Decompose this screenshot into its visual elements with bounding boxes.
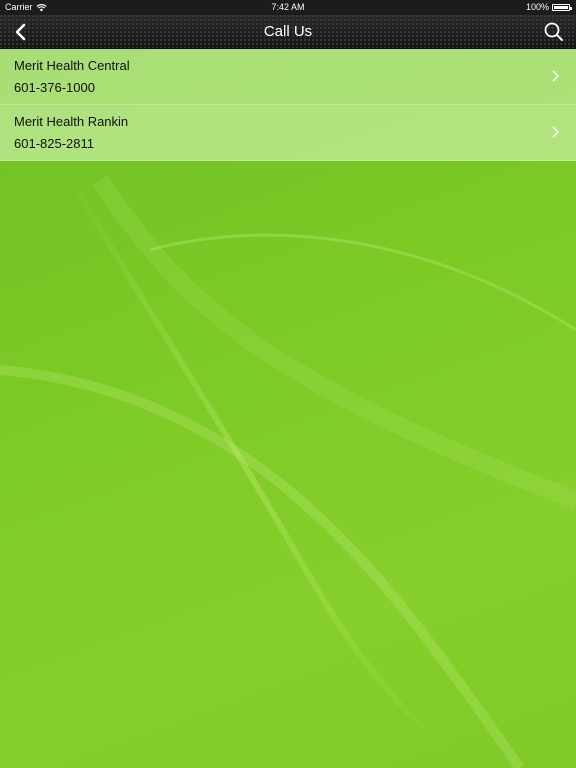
call-us-screen: Carrier 7:42 AM 100% Call Us Merit Healt… (0, 0, 576, 768)
location-phone[interactable]: 601-825-2811 (14, 136, 94, 151)
list-item-merit-health-central[interactable]: Merit Health Central 601-376-1000 (0, 49, 576, 105)
navigation-bar: Call Us (0, 15, 576, 49)
battery-icon (552, 4, 572, 11)
battery-percent: 100% (525, 2, 549, 12)
page-title: Call Us (263, 23, 313, 40)
search-button[interactable] (542, 20, 566, 44)
location-list: Merit Health Central 601-376-1000 Merit … (0, 49, 576, 161)
location-name: Merit Health Central (14, 58, 130, 73)
location-name: Merit Health Rankin (14, 114, 129, 129)
chevron-right-icon (552, 70, 559, 82)
list-item-merit-health-rankin[interactable]: Merit Health Rankin 601-825-2811 (0, 105, 576, 161)
status-right: 100% (525, 0, 572, 15)
status-bar: Carrier 7:42 AM 100% (0, 0, 576, 15)
search-icon (544, 22, 563, 41)
chevron-right-icon (552, 126, 559, 138)
location-phone[interactable]: 601-376-1000 (14, 80, 95, 95)
status-time: 7:42 AM (271, 2, 305, 12)
